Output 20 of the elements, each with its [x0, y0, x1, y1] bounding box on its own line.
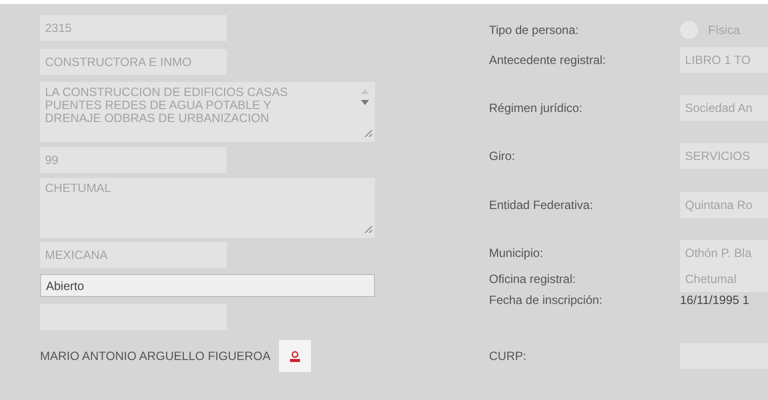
field-label: Antecedente registral:: [489, 52, 607, 69]
field-label: CURP:: [489, 348, 528, 365]
field-label: Régimen jurídico:: [489, 100, 584, 117]
text-field[interactable]: Othón P. Bla: [680, 240, 768, 266]
field-label: Municipio:: [489, 245, 544, 262]
text-field[interactable]: Sociedad An: [680, 95, 768, 121]
text-field[interactable]: LIBRO 1 TO: [680, 47, 768, 73]
text-field[interactable]: SERVICIOS: [680, 143, 768, 169]
person-icon: [290, 350, 300, 362]
field-label: Fecha de inscripción:: [489, 292, 604, 309]
field-label: Giro:: [489, 148, 516, 165]
text-field[interactable]: Quintana Ro: [680, 192, 768, 218]
text-field[interactable]: Chetumal: [680, 266, 768, 292]
field-label: Oficina registral:: [489, 271, 577, 288]
field-label: Tipo de persona:: [489, 22, 580, 39]
field-label: Entidad Federativa:: [489, 197, 594, 214]
text-field[interactable]: Abierto: [40, 274, 375, 297]
person-button[interactable]: [278, 340, 310, 372]
person-name: MARIO ANTONIO ARGUELLO FIGUEROA: [40, 348, 270, 365]
date-text: 16/11/1995 1: [680, 292, 750, 309]
